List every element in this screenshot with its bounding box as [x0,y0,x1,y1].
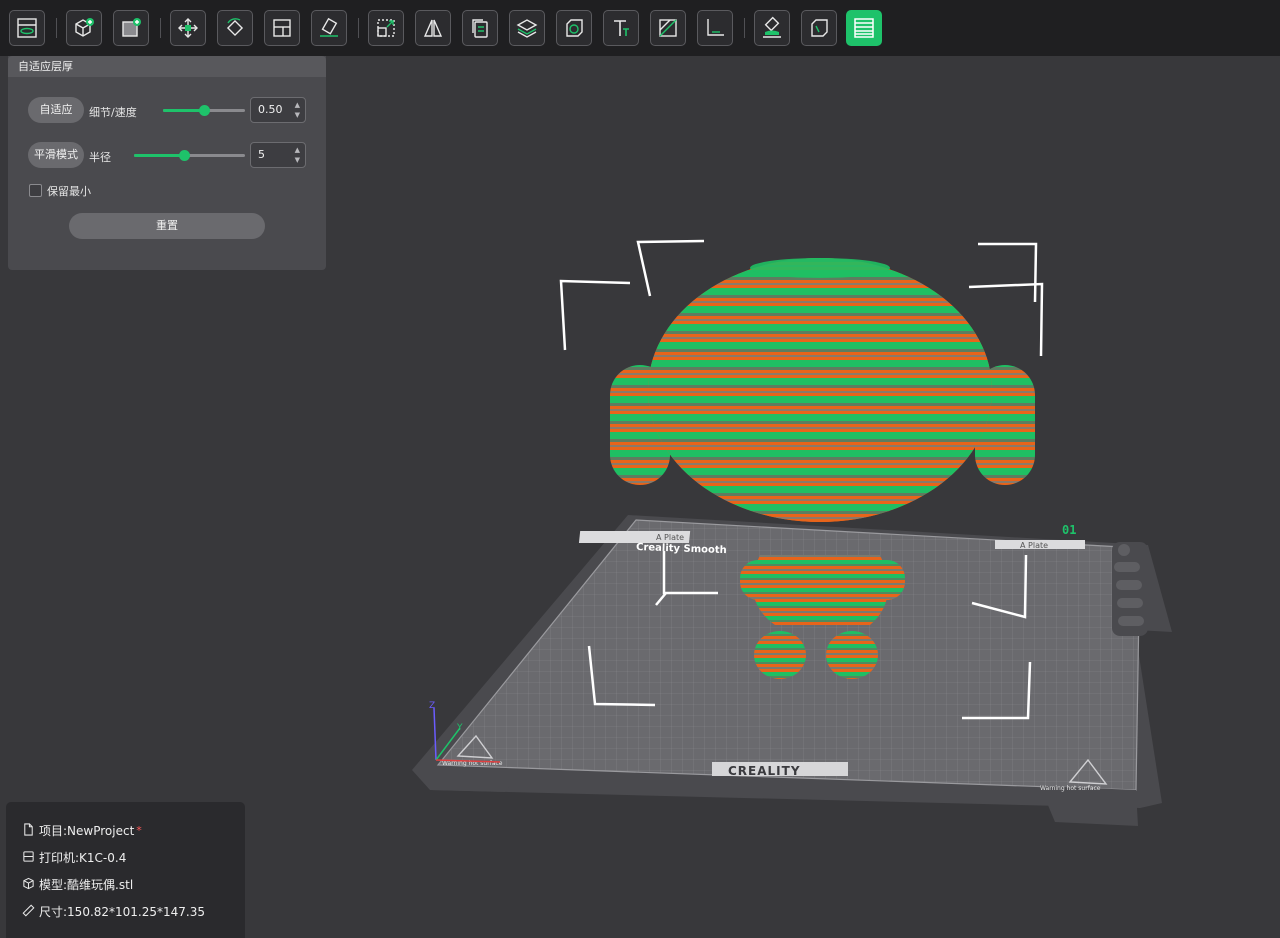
plate-left-label: A Plate [656,533,684,542]
measure-icon [707,19,724,36]
arrange-icon [273,19,291,37]
detail-speed-slider-fill [163,109,204,112]
lay-flat-icon [320,17,338,37]
add-plate-button[interactable] [113,10,149,46]
keep-min-checkbox[interactable] [29,184,42,197]
plate-right-label: A Plate [1020,541,1048,550]
size-label: 尺寸:150.82*101.25*147.35 [39,904,206,919]
project-label: 项目:NewProject [39,823,135,838]
preview-button[interactable] [9,10,45,46]
clone-icon [472,19,488,38]
layers-button[interactable] [509,10,545,46]
cube-icon [23,877,34,890]
add-plate-icon [122,18,141,37]
spin-arrows-icon[interactable]: ▲ ▼ [295,145,300,165]
project-row: 项目:NewProject * [22,821,142,839]
cut-icon [659,19,677,37]
mirror-button[interactable] [415,10,451,46]
detail-speed-label: 细节/速度 [89,106,137,119]
model-row: 模型:酷维玩偶.stl [22,875,133,893]
mirror-icon [423,19,443,37]
radius-slider-fill [134,154,184,157]
measure-button[interactable] [697,10,733,46]
support-button[interactable] [801,10,837,46]
plate-warning-right: Warning hot surface [1040,785,1101,792]
cut-button[interactable] [650,10,686,46]
file-icon [24,823,33,836]
printer-icon [23,851,34,862]
detail-speed-slider[interactable] [163,105,245,116]
plate-number-badge: 01 [1062,523,1076,537]
svg-text:Y: Y [456,723,463,733]
radius-spinbox[interactable]: 5 ▲ ▼ [250,142,306,168]
move-button[interactable] [170,10,206,46]
radius-slider-handle[interactable] [178,150,190,161]
radius-slider[interactable] [134,150,245,161]
text-icon [614,20,629,36]
rotate-icon [226,18,244,37]
printer-row: 打印机:K1C-0.4 [22,848,126,866]
text-button[interactable] [603,10,639,46]
paint-button[interactable] [754,10,790,46]
scale-button[interactable] [368,10,404,46]
main-toolbar [0,0,1280,56]
support-icon [811,19,828,37]
smooth-mode-button[interactable]: 平滑模式 [28,142,84,168]
unsaved-indicator: * [136,823,142,837]
adaptive-button[interactable]: 自适应 [28,97,84,123]
model-label: 模型:酷维玩偶.stl [39,877,134,892]
arrange-button[interactable] [264,10,300,46]
move-icon [178,18,198,38]
clone-button[interactable] [462,10,498,46]
layers-icon [516,19,538,38]
scale-icon [377,19,395,37]
size-row: 尺寸:150.82*101.25*147.35 [22,902,205,920]
keep-min-label: 保留最小 [47,185,91,198]
reset-button[interactable]: 重置 [69,213,265,239]
paint-icon [763,16,781,38]
plate-side-controls[interactable] [1112,542,1148,636]
radius-value: 5 [258,148,265,161]
radius-label: 半径 [89,151,111,164]
hollow-icon [566,19,583,37]
project-info-panel: 项目:NewProject * 打印机:K1C-0.4 模型:酷维玩偶.stl … [6,802,245,938]
detail-speed-slider-handle[interactable] [199,105,210,116]
add-model-icon [75,18,94,37]
rotate-button[interactable] [217,10,253,46]
add-model-button[interactable] [66,10,102,46]
detail-speed-value: 0.50 [258,103,283,116]
plate-brand-label: CREALITY [728,764,801,778]
preview-icon [17,18,37,38]
svg-text:Z: Z [429,701,435,711]
ruler-icon [22,904,35,917]
adaptive-layer-button[interactable] [846,10,882,46]
panel-title: 自适应层厚 [8,56,326,77]
hollow-button[interactable] [556,10,592,46]
adaptive-layer-panel: 自适应层厚 自适应 细节/速度 0.50 ▲ ▼ 平滑模式 半径 5 ▲ ▼ 保留最… [8,56,326,270]
spin-arrows-icon[interactable]: ▲ ▼ [295,100,300,120]
printer-label: 打印机:K1C-0.4 [39,850,127,865]
adaptive-layer-icon [854,18,874,38]
lay-flat-button[interactable] [311,10,347,46]
detail-speed-spinbox[interactable]: 0.50 ▲ ▼ [250,97,306,123]
